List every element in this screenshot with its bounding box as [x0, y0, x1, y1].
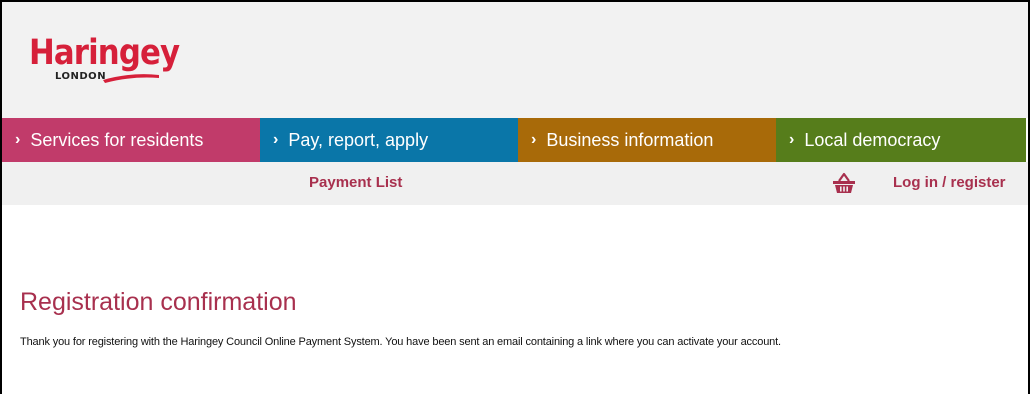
basket-icon[interactable] — [831, 171, 857, 195]
chevron-right-icon: › — [531, 131, 537, 148]
nav-label: Services for residents — [30, 129, 204, 150]
nav-local-democracy[interactable]: › Local democracy — [776, 118, 1026, 162]
page-title: Registration confirmation — [20, 288, 297, 316]
logo-subtitle: LONDON — [55, 71, 107, 82]
logo-wordmark: Haringey — [29, 33, 180, 73]
payment-list-link[interactable]: Payment List — [309, 174, 402, 191]
nav-business-information[interactable]: › Business information — [518, 118, 776, 162]
browser-frame: Haringey LONDON › Services for residents… — [0, 0, 1030, 394]
nav-pay-report-apply[interactable]: › Pay, report, apply — [260, 118, 518, 162]
chevron-right-icon: › — [15, 131, 21, 148]
chevron-right-icon: › — [273, 131, 279, 148]
nav-label: Pay, report, apply — [288, 129, 429, 150]
logo-swoosh-icon — [103, 74, 159, 83]
site-header: Haringey LONDON — [2, 2, 1028, 118]
nav-label: Business information — [546, 129, 714, 150]
login-register-link[interactable]: Log in / register — [893, 174, 1006, 191]
chevron-right-icon: › — [789, 131, 795, 148]
confirmation-message: Thank you for registering with the Harin… — [20, 336, 781, 348]
nav-label: Local democracy — [804, 129, 941, 150]
sub-navigation: Payment List Log in / register — [2, 162, 1028, 205]
nav-services-for-residents[interactable]: › Services for residents — [2, 118, 260, 162]
haringey-logo[interactable]: Haringey LONDON — [29, 33, 180, 93]
main-navigation: › Services for residents › Pay, report, … — [2, 118, 1028, 162]
